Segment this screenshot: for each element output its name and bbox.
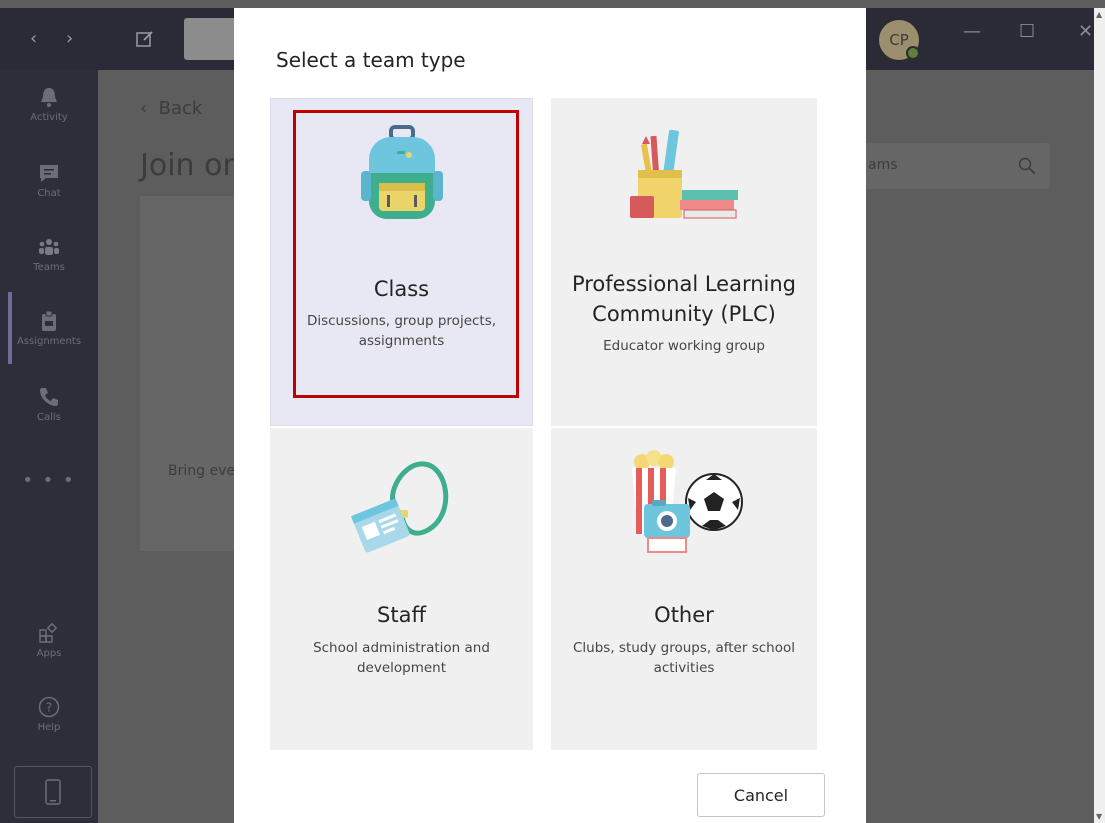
help-icon: ? [38, 696, 60, 718]
search-placeholder: ams [868, 157, 898, 173]
back-arrow-icon[interactable]: ‹ [30, 28, 37, 49]
rail-label: Assignments [16, 336, 82, 347]
app-rail: Activity Chat Teams Assignments Calls • … [0, 70, 98, 823]
rail-item-apps[interactable]: Apps [0, 622, 98, 659]
card-title: Staff [377, 603, 426, 627]
team-type-card-staff[interactable]: Staff School administration and developm… [270, 428, 533, 750]
backpack-icon [360, 125, 443, 219]
svg-text:?: ? [46, 701, 52, 715]
card-title: Professional Learning Community (PLC) [571, 272, 797, 326]
back-link[interactable]: ‹ Back [140, 98, 202, 119]
close-icon[interactable]: ✕ [1078, 23, 1093, 41]
team-type-card-plc[interactable]: Professional Learning Community (PLC) Ed… [551, 98, 817, 426]
scroll-up-icon[interactable]: ▲ [1096, 10, 1102, 19]
rail-item-activity[interactable]: Activity [0, 86, 98, 123]
rail-label: Calls [37, 412, 61, 423]
lanyard-badge-icon [350, 461, 448, 553]
forward-arrow-icon[interactable]: › [66, 28, 73, 49]
compose-icon[interactable] [136, 30, 154, 48]
chevron-left-icon: ‹ [140, 98, 148, 119]
avatar-initials: CP [889, 31, 909, 49]
team-search-input[interactable]: ams [862, 143, 1050, 189]
presence-indicator [906, 46, 920, 60]
card-description: Discussions, group projects, assignments [306, 313, 497, 349]
create-team-card[interactable] [140, 196, 240, 551]
rail-label: Teams [33, 262, 65, 273]
chat-icon [40, 165, 58, 182]
rail-label: Activity [30, 112, 68, 123]
apps-icon [39, 622, 58, 643]
avatar[interactable]: CP [879, 20, 920, 60]
team-type-card-other[interactable]: Other Clubs, study groups, after school … [551, 428, 817, 750]
assignments-icon [42, 310, 56, 331]
rail-item-assignments[interactable]: Assignments [0, 310, 98, 347]
card-description: School administration and development [313, 640, 490, 676]
page-scrollbar[interactable]: ▲ ▼ [1094, 8, 1105, 823]
phone-device-icon [45, 779, 61, 805]
team-type-dialog: Select a team type Class Discussions, gr… [234, 8, 866, 823]
minimize-icon[interactable]: — [963, 23, 981, 41]
more-label: • • • [22, 470, 76, 491]
rail-item-help[interactable]: ? Help [0, 696, 98, 733]
card-description: Educator working group [603, 338, 765, 354]
rail-item-teams[interactable]: Teams [0, 236, 98, 273]
maximize-icon[interactable]: ☐ [1019, 23, 1035, 41]
card-title: Other [654, 603, 714, 627]
back-label: Back [158, 98, 203, 119]
rail-label: Apps [36, 648, 62, 659]
rail-label: Chat [37, 188, 61, 199]
popcorn-soccer-icon [632, 450, 743, 553]
device-button[interactable] [14, 766, 92, 818]
phone-icon [40, 388, 58, 406]
create-team-text: Bring eve [168, 463, 235, 479]
cancel-button[interactable]: Cancel [697, 773, 825, 817]
search-icon [1018, 157, 1036, 175]
rail-item-chat[interactable]: Chat [0, 162, 98, 199]
rail-label: Help [37, 722, 61, 733]
dialog-title: Select a team type [276, 48, 466, 72]
card-title: Class [373, 277, 430, 301]
page-title: Join or [140, 148, 235, 183]
more-apps-icon[interactable]: • • • [0, 470, 98, 491]
scroll-down-icon[interactable]: ▼ [1096, 812, 1102, 821]
bell-icon [41, 88, 57, 107]
card-description: Clubs, study groups, after school activi… [573, 640, 795, 676]
teams-icon [39, 239, 59, 255]
rail-item-calls[interactable]: Calls [0, 386, 98, 423]
books-pencils-icon [630, 129, 738, 219]
team-type-card-class[interactable]: Class Discussions, group projects, assig… [270, 98, 533, 426]
